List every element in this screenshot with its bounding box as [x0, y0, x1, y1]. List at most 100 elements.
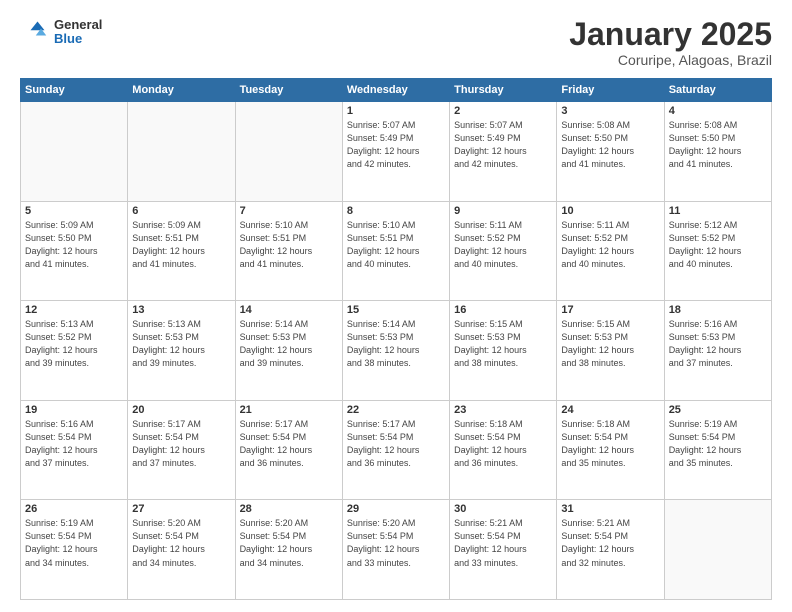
calendar-cell: 7 Sunrise: 5:10 AMSunset: 5:51 PMDaylight…: [235, 201, 342, 301]
day-info: Sunrise: 5:16 AMSunset: 5:53 PMDaylight:…: [669, 318, 767, 370]
calendar-week-row: 5 Sunrise: 5:09 AMSunset: 5:50 PMDaylight…: [21, 201, 772, 301]
calendar-cell: [128, 102, 235, 202]
calendar-cell: 25Sunrise: 5:19 AMSunset: 5:54 PMDayligh…: [664, 400, 771, 500]
calendar-week-row: 26Sunrise: 5:19 AMSunset: 5:54 PMDayligh…: [21, 500, 772, 600]
calendar-week-row: 19 Sunrise: 5:16 AMSunset: 5:54 PMDayligh…: [21, 400, 772, 500]
calendar-cell: 18 Sunrise: 5:16 AMSunset: 5:53 PMDayligh…: [664, 301, 771, 401]
day-number: 10: [561, 205, 659, 217]
calendar: SundayMondayTuesdayWednesdayThursdayFrid…: [20, 78, 772, 600]
day-number: 1: [347, 105, 445, 117]
day-number: 21: [240, 404, 338, 416]
calendar-cell: 12 Sunrise: 5:13 AMSunset: 5:52 PMDayligh…: [21, 301, 128, 401]
calendar-cell: 10Sunrise: 5:11 AMSunset: 5:52 PMDayligh…: [557, 201, 664, 301]
day-info: Sunrise: 5:21 AMSunset: 5:54 PMDaylight:…: [561, 517, 659, 569]
day-number: 2: [454, 105, 552, 117]
calendar-cell: 2 Sunrise: 5:07 AMSunset: 5:49 PMDaylight…: [450, 102, 557, 202]
calendar-cell: 11 Sunrise: 5:12 AMSunset: 5:52 PMDayligh…: [664, 201, 771, 301]
calendar-cell: 22 Sunrise: 5:17 AMSunset: 5:54 PMDayligh…: [342, 400, 449, 500]
calendar-cell: [21, 102, 128, 202]
page: General Blue January 2025 Coruripe, Alag…: [0, 0, 792, 612]
calendar-cell: 15Sunrise: 5:14 AMSunset: 5:53 PMDayligh…: [342, 301, 449, 401]
calendar-cell: 23 Sunrise: 5:18 AMSunset: 5:54 PMDayligh…: [450, 400, 557, 500]
day-info: Sunrise: 5:14 AMSunset: 5:53 PMDaylight:…: [347, 318, 445, 370]
calendar-cell: 8 Sunrise: 5:10 AMSunset: 5:51 PMDaylight…: [342, 201, 449, 301]
day-number: 12: [25, 304, 123, 316]
day-number: 31: [561, 503, 659, 515]
day-info: Sunrise: 5:10 AMSunset: 5:51 PMDaylight:…: [240, 219, 338, 271]
weekday-header-cell: Thursday: [450, 79, 557, 102]
day-info: Sunrise: 5:21 AMSunset: 5:54 PMDaylight:…: [454, 517, 552, 569]
day-number: 4: [669, 105, 767, 117]
day-info: Sunrise: 5:17 AMSunset: 5:54 PMDaylight:…: [132, 418, 230, 470]
day-number: 16: [454, 304, 552, 316]
logo: General Blue: [20, 18, 102, 47]
weekday-header-cell: Friday: [557, 79, 664, 102]
calendar-cell: 31 Sunrise: 5:21 AMSunset: 5:54 PMDayligh…: [557, 500, 664, 600]
calendar-cell: 27 Sunrise: 5:20 AMSunset: 5:54 PMDayligh…: [128, 500, 235, 600]
day-info: Sunrise: 5:17 AMSunset: 5:54 PMDaylight:…: [240, 418, 338, 470]
day-info: Sunrise: 5:16 AMSunset: 5:54 PMDaylight:…: [25, 418, 123, 470]
calendar-cell: 14Sunrise: 5:14 AMSunset: 5:53 PMDayligh…: [235, 301, 342, 401]
weekday-header-cell: Wednesday: [342, 79, 449, 102]
day-info: Sunrise: 5:20 AMSunset: 5:54 PMDaylight:…: [347, 517, 445, 569]
day-info: Sunrise: 5:07 AMSunset: 5:49 PMDaylight:…: [454, 119, 552, 171]
calendar-cell: 3Sunrise: 5:08 AMSunset: 5:50 PMDaylight…: [557, 102, 664, 202]
day-number: 28: [240, 503, 338, 515]
day-number: 9: [454, 205, 552, 217]
day-number: 29: [347, 503, 445, 515]
calendar-cell: 1Sunrise: 5:07 AMSunset: 5:49 PMDaylight…: [342, 102, 449, 202]
day-info: Sunrise: 5:08 AMSunset: 5:50 PMDaylight:…: [669, 119, 767, 171]
day-info: Sunrise: 5:08 AMSunset: 5:50 PMDaylight:…: [561, 119, 659, 171]
calendar-cell: 30 Sunrise: 5:21 AMSunset: 5:54 PMDayligh…: [450, 500, 557, 600]
day-info: Sunrise: 5:12 AMSunset: 5:52 PMDaylight:…: [669, 219, 767, 271]
day-number: 18: [669, 304, 767, 316]
calendar-cell: 5 Sunrise: 5:09 AMSunset: 5:50 PMDaylight…: [21, 201, 128, 301]
calendar-cell: 20 Sunrise: 5:17 AMSunset: 5:54 PMDayligh…: [128, 400, 235, 500]
weekday-header-cell: Tuesday: [235, 79, 342, 102]
day-number: 27: [132, 503, 230, 515]
day-info: Sunrise: 5:20 AMSunset: 5:54 PMDaylight:…: [132, 517, 230, 569]
day-info: Sunrise: 5:09 AMSunset: 5:51 PMDaylight:…: [132, 219, 230, 271]
day-number: 26: [25, 503, 123, 515]
day-number: 23: [454, 404, 552, 416]
day-number: 7: [240, 205, 338, 217]
day-info: Sunrise: 5:13 AMSunset: 5:52 PMDaylight:…: [25, 318, 123, 370]
calendar-cell: 21 Sunrise: 5:17 AMSunset: 5:54 PMDayligh…: [235, 400, 342, 500]
day-number: 5: [25, 205, 123, 217]
day-number: 19: [25, 404, 123, 416]
title-block: January 2025 Coruripe, Alagoas, Brazil: [569, 18, 772, 68]
calendar-cell: [235, 102, 342, 202]
weekday-header-cell: Sunday: [21, 79, 128, 102]
day-number: 11: [669, 205, 767, 217]
day-info: Sunrise: 5:09 AMSunset: 5:50 PMDaylight:…: [25, 219, 123, 271]
logo-blue-label: Blue: [54, 32, 102, 46]
day-info: Sunrise: 5:10 AMSunset: 5:51 PMDaylight:…: [347, 219, 445, 271]
calendar-week-row: 1 Sunrise: 5:07 AMSunset: 5:49 PMDaylight…: [21, 102, 772, 202]
calendar-cell: 13Sunrise: 5:13 AMSunset: 5:53 PMDayligh…: [128, 301, 235, 401]
day-info: Sunrise: 5:18 AMSunset: 5:54 PMDaylight:…: [561, 418, 659, 470]
calendar-cell: 26Sunrise: 5:19 AMSunset: 5:54 PMDayligh…: [21, 500, 128, 600]
day-info: Sunrise: 5:17 AMSunset: 5:54 PMDaylight:…: [347, 418, 445, 470]
day-number: 24: [561, 404, 659, 416]
day-number: 22: [347, 404, 445, 416]
day-info: Sunrise: 5:20 AMSunset: 5:54 PMDaylight:…: [240, 517, 338, 569]
calendar-cell: 4 Sunrise: 5:08 AMSunset: 5:50 PMDaylight…: [664, 102, 771, 202]
day-info: Sunrise: 5:15 AMSunset: 5:53 PMDaylight:…: [454, 318, 552, 370]
day-info: Sunrise: 5:18 AMSunset: 5:54 PMDaylight:…: [454, 418, 552, 470]
location: Coruripe, Alagoas, Brazil: [569, 52, 772, 68]
calendar-cell: 28 Sunrise: 5:20 AMSunset: 5:54 PMDayligh…: [235, 500, 342, 600]
day-info: Sunrise: 5:13 AMSunset: 5:53 PMDaylight:…: [132, 318, 230, 370]
day-number: 14: [240, 304, 338, 316]
calendar-cell: 16 Sunrise: 5:15 AMSunset: 5:53 PMDayligh…: [450, 301, 557, 401]
calendar-cell: 6 Sunrise: 5:09 AMSunset: 5:51 PMDaylight…: [128, 201, 235, 301]
day-number: 25: [669, 404, 767, 416]
day-number: 30: [454, 503, 552, 515]
day-number: 6: [132, 205, 230, 217]
calendar-cell: 24 Sunrise: 5:18 AMSunset: 5:54 PMDayligh…: [557, 400, 664, 500]
logo-general-label: General: [54, 18, 102, 32]
logo-icon: [20, 18, 48, 46]
day-info: Sunrise: 5:11 AMSunset: 5:52 PMDaylight:…: [454, 219, 552, 271]
calendar-cell: 19 Sunrise: 5:16 AMSunset: 5:54 PMDayligh…: [21, 400, 128, 500]
day-number: 8: [347, 205, 445, 217]
day-number: 20: [132, 404, 230, 416]
